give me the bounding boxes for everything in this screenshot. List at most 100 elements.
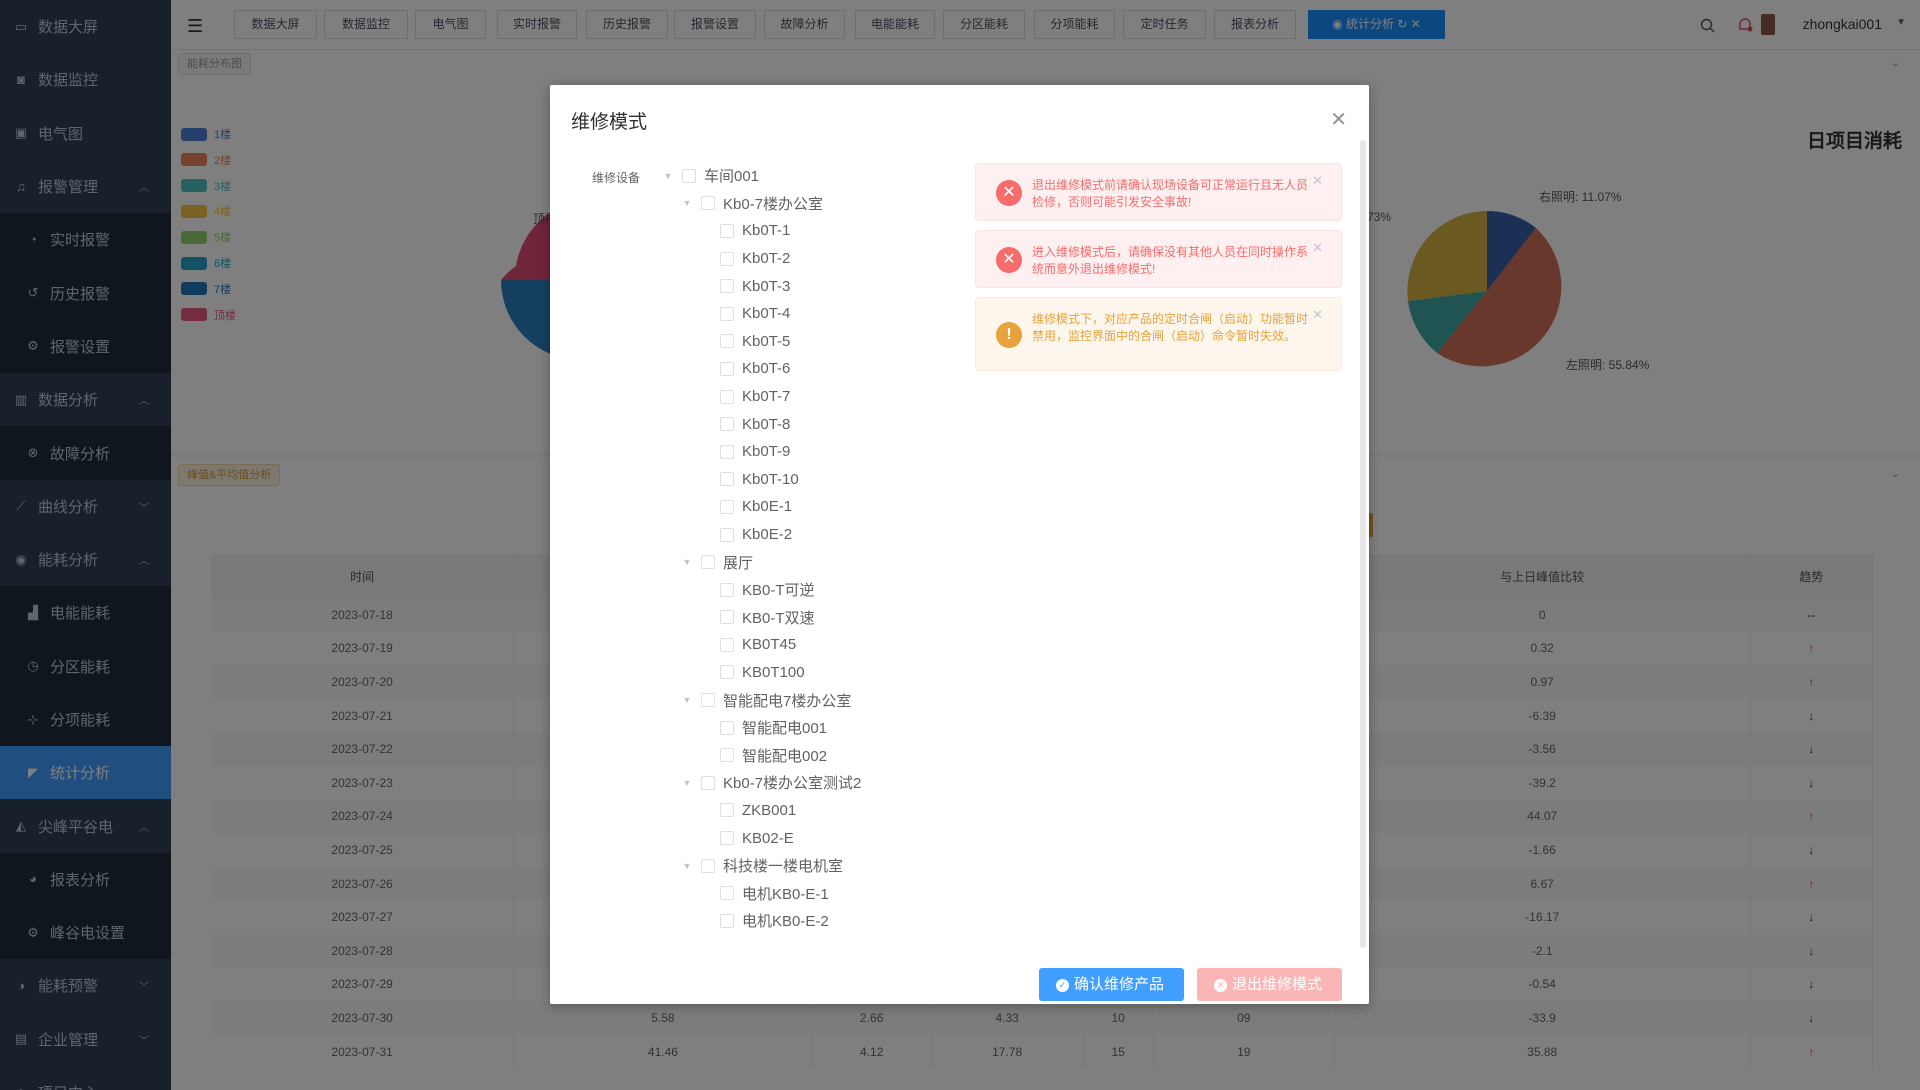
tree-checkbox[interactable] bbox=[720, 665, 734, 680]
tree-checkbox[interactable] bbox=[701, 196, 715, 211]
alert-text: 维修模式下，对应产品的定时合闸（启动）功能暂时禁用，监控界面中的合闸（启动）命令… bbox=[1032, 312, 1309, 343]
tree-node-label: Kb0E-2 bbox=[742, 526, 793, 544]
tree-node[interactable]: 智能配电002 bbox=[662, 741, 962, 769]
tree-node[interactable]: ▼ 车间001 bbox=[662, 162, 962, 190]
tree-checkbox[interactable] bbox=[720, 334, 734, 349]
warning-circle-icon: ! bbox=[996, 322, 1022, 348]
tree-node-label: Kb0T-9 bbox=[742, 443, 791, 461]
tree-checkbox[interactable] bbox=[701, 775, 715, 790]
tree-checkbox[interactable] bbox=[720, 417, 734, 432]
tree-checkbox[interactable] bbox=[720, 389, 734, 404]
tree-node-label: Kb0T-8 bbox=[742, 415, 791, 433]
tree-checkbox[interactable] bbox=[720, 720, 734, 735]
tree-node[interactable]: KB0T100 bbox=[662, 659, 962, 687]
tree-node-label: 智能配电001 bbox=[742, 720, 828, 738]
tree-node[interactable]: ▼ Kb0-7楼办公室 bbox=[662, 190, 962, 218]
tree-checkbox[interactable] bbox=[720, 886, 734, 901]
exit-maintenance-button[interactable]: ✕ 退出维修模式 bbox=[1197, 968, 1342, 1001]
caret-down-icon[interactable]: ▼ bbox=[681, 557, 693, 567]
tree-node-label: Kb0T-1 bbox=[742, 222, 791, 240]
tree-node[interactable]: Kb0T-5 bbox=[662, 328, 962, 356]
alert-text: 进入维修模式后，请确保没有其他人员在同时操作系统而意外退出维修模式! bbox=[1032, 245, 1309, 276]
tree-node-label: 电机KB0-E-2 bbox=[742, 913, 829, 931]
tree-node-label: 科技楼一楼电机室 bbox=[723, 858, 844, 876]
tree-node-label: Kb0T-5 bbox=[742, 332, 791, 350]
caret-down-icon[interactable]: ▼ bbox=[662, 171, 674, 181]
tree-node[interactable]: Kb0T-2 bbox=[662, 245, 962, 273]
close-icon[interactable]: ✕ bbox=[1312, 306, 1323, 323]
tree-node-label: Kb0T-2 bbox=[742, 250, 791, 268]
tree-node[interactable]: Kb0T-4 bbox=[662, 300, 962, 328]
modal-scrollbar[interactable] bbox=[1360, 140, 1366, 948]
tree-checkbox[interactable] bbox=[720, 223, 734, 238]
tree-node[interactable]: 电机KB0-E-1 bbox=[662, 879, 962, 907]
close-icon[interactable]: ✕ bbox=[1312, 172, 1323, 189]
tree-node-label: 车间001 bbox=[704, 168, 760, 186]
tree-checkbox[interactable] bbox=[701, 555, 715, 570]
tree-node[interactable]: Kb0T-3 bbox=[662, 272, 962, 300]
tree-node-label: 展厅 bbox=[723, 554, 754, 572]
tree-checkbox[interactable] bbox=[720, 499, 734, 514]
alert-text: 退出维修模式前请确认现场设备可正常运行且无人员检修，否则可能引发安全事故! bbox=[1032, 178, 1309, 209]
tree-checkbox[interactable] bbox=[720, 251, 734, 266]
tree-checkbox[interactable] bbox=[720, 527, 734, 542]
tree-node-label: Kb0T-4 bbox=[742, 305, 791, 323]
tree-node-label: Kb0-7楼办公室 bbox=[723, 195, 824, 213]
tree-node-label: KB0T45 bbox=[742, 636, 797, 654]
tree-checkbox[interactable] bbox=[682, 168, 696, 183]
tree-node[interactable]: Kb0T-9 bbox=[662, 438, 962, 466]
x-circle-icon: ✕ bbox=[1214, 978, 1227, 992]
tree-node[interactable]: Kb0E-1 bbox=[662, 493, 962, 521]
tree-node-label: Kb0T-6 bbox=[742, 360, 791, 378]
maintenance-modal: 维修模式 ✕ 维修设备 ▼ 车间001 ▼ Kb0-7楼办公室 Kb0T-1 Kb0T-2… bbox=[550, 85, 1369, 1004]
error-circle-icon: ✕ bbox=[996, 247, 1022, 273]
tree-node[interactable]: KB0T45 bbox=[662, 631, 962, 659]
tree-node[interactable]: ▼ 展厅 bbox=[662, 548, 962, 576]
tree-node-label: Kb0-7楼办公室测试2 bbox=[723, 775, 862, 793]
tree-node-label: Kb0T-3 bbox=[742, 277, 791, 295]
tree-node[interactable]: Kb0T-1 bbox=[662, 217, 962, 245]
tree-node[interactable]: KB02-E bbox=[662, 824, 962, 852]
tree-node[interactable]: Kb0T-7 bbox=[662, 383, 962, 411]
tree-node[interactable]: 电机KB0-E-2 bbox=[662, 907, 962, 935]
tree-checkbox[interactable] bbox=[701, 858, 715, 873]
error-circle-icon: ✕ bbox=[996, 180, 1022, 206]
tree-node-label: KB0-T可逆 bbox=[742, 582, 815, 600]
tree-node-label: Kb0T-7 bbox=[742, 388, 791, 406]
tree-checkbox[interactable] bbox=[720, 637, 734, 652]
error-alert: ✕ 进入维修模式后，请确保没有其他人员在同时操作系统而意外退出维修模式! ✕ bbox=[975, 230, 1342, 288]
confirm-maintenance-button[interactable]: ✓ 确认维修产品 bbox=[1039, 968, 1184, 1001]
tree-node-label: Kb0T-10 bbox=[742, 470, 799, 488]
tree-checkbox[interactable] bbox=[701, 693, 715, 708]
tree-node[interactable]: Kb0T-10 bbox=[662, 466, 962, 494]
tree-node[interactable]: Kb0E-2 bbox=[662, 521, 962, 549]
tree-checkbox[interactable] bbox=[720, 472, 734, 487]
tree-checkbox[interactable] bbox=[720, 279, 734, 294]
tree-checkbox[interactable] bbox=[720, 582, 734, 597]
close-icon[interactable]: ✕ bbox=[1330, 107, 1347, 132]
caret-down-icon[interactable]: ▼ bbox=[681, 861, 693, 871]
tree-node-label: Kb0E-1 bbox=[742, 498, 793, 516]
tree-checkbox[interactable] bbox=[720, 748, 734, 763]
caret-down-icon[interactable]: ▼ bbox=[681, 198, 693, 208]
tree-checkbox[interactable] bbox=[720, 361, 734, 376]
tree-node[interactable]: Kb0T-6 bbox=[662, 355, 962, 383]
tree-node[interactable]: Kb0T-8 bbox=[662, 410, 962, 438]
tree-checkbox[interactable] bbox=[720, 610, 734, 625]
tree-node[interactable]: ▼ 智能配电7楼办公室 bbox=[662, 686, 962, 714]
tree-node[interactable]: 智能配电001 bbox=[662, 714, 962, 742]
caret-down-icon[interactable]: ▼ bbox=[681, 695, 693, 705]
tree-checkbox[interactable] bbox=[720, 444, 734, 459]
tree-node[interactable]: KB0-T可逆 bbox=[662, 576, 962, 604]
tree-checkbox[interactable] bbox=[720, 306, 734, 321]
tree-checkbox[interactable] bbox=[720, 803, 734, 818]
tree-node[interactable]: ZKB001 bbox=[662, 797, 962, 825]
tree-checkbox[interactable] bbox=[720, 831, 734, 846]
tree-node-label: 智能配电7楼办公室 bbox=[723, 692, 852, 710]
close-icon[interactable]: ✕ bbox=[1312, 239, 1323, 256]
caret-down-icon[interactable]: ▼ bbox=[681, 778, 693, 788]
tree-node[interactable]: ▼ Kb0-7楼办公室测试2 bbox=[662, 769, 962, 797]
tree-node[interactable]: KB0-T双速 bbox=[662, 604, 962, 632]
tree-node[interactable]: ▼ 科技楼一楼电机室 bbox=[662, 852, 962, 880]
tree-checkbox[interactable] bbox=[720, 913, 734, 928]
